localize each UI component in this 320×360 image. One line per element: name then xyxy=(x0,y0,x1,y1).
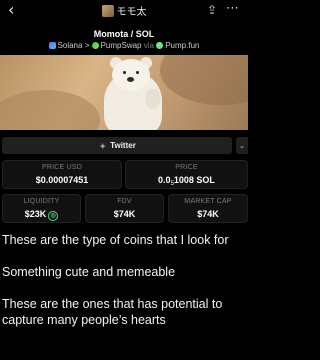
route-breadcrumb: Solana > PumpSwap via Pump.fun xyxy=(0,41,248,50)
token-banner-image xyxy=(0,55,248,130)
launchpad-link[interactable]: Pump.fun xyxy=(165,41,199,50)
post-line: These are the type of coins that I look … xyxy=(2,233,229,247)
liquidity-card: LIQUIDITY $23K ◎ xyxy=(2,194,81,223)
fdv-value: $74K xyxy=(113,209,136,219)
token-name: モモ太 xyxy=(116,7,147,18)
price-usd-label: PRICE USD xyxy=(42,164,82,171)
pumpswap-icon xyxy=(91,42,99,49)
socials-expand-button[interactable]: ⌄ xyxy=(236,137,248,154)
dex-link[interactable]: PumpSwap xyxy=(101,41,142,50)
via-label: via xyxy=(143,41,154,50)
pair-title: Momota / SOL xyxy=(93,29,155,39)
price-sol-label: PRICE xyxy=(175,164,198,171)
twitter-button[interactable]: ✦ Twitter xyxy=(2,137,232,154)
post-line: These are the ones that has potential to… xyxy=(2,297,223,327)
more-icon[interactable]: ⋯ xyxy=(226,1,239,16)
fdv-label: FDV xyxy=(117,198,132,205)
market-cap-label: MARKET CAP xyxy=(184,198,232,205)
liquidity-value: $23K xyxy=(24,209,47,219)
token-avatar xyxy=(101,5,114,17)
fdv-card: FDV $74K xyxy=(85,194,164,223)
twitter-icon: ✦ xyxy=(99,142,107,151)
lock-icon: ◎ xyxy=(48,211,59,221)
share-icon[interactable]: ⇪ xyxy=(207,3,217,17)
chain-link[interactable]: Solana xyxy=(58,41,83,50)
post-text: These are the type of coins that I look … xyxy=(2,232,246,344)
solana-icon xyxy=(48,42,56,49)
twitter-label: Twitter xyxy=(110,141,136,150)
liquidity-value-row: $23K ◎ xyxy=(3,209,80,221)
price-usd-value: $0.00007451 xyxy=(35,175,89,185)
liquidity-label: LIQUIDITY xyxy=(23,198,60,205)
price-usd-card: PRICE USD $0.00007451 xyxy=(2,160,122,189)
post-line: Something cute and memeable xyxy=(2,265,176,279)
chevron-right-icon: > xyxy=(84,41,90,50)
top-bar: ‹ モモ太 ⇪ ⋯ xyxy=(0,0,248,22)
market-cap-value: $74K xyxy=(197,209,219,219)
pumpfun-icon xyxy=(156,42,164,49)
price-sol-card: PRICE 0.051008 SOL xyxy=(125,160,248,189)
price-sol-value: 0.051008 SOL xyxy=(158,175,215,187)
market-cap-card: MARKET CAP $74K xyxy=(168,194,248,223)
